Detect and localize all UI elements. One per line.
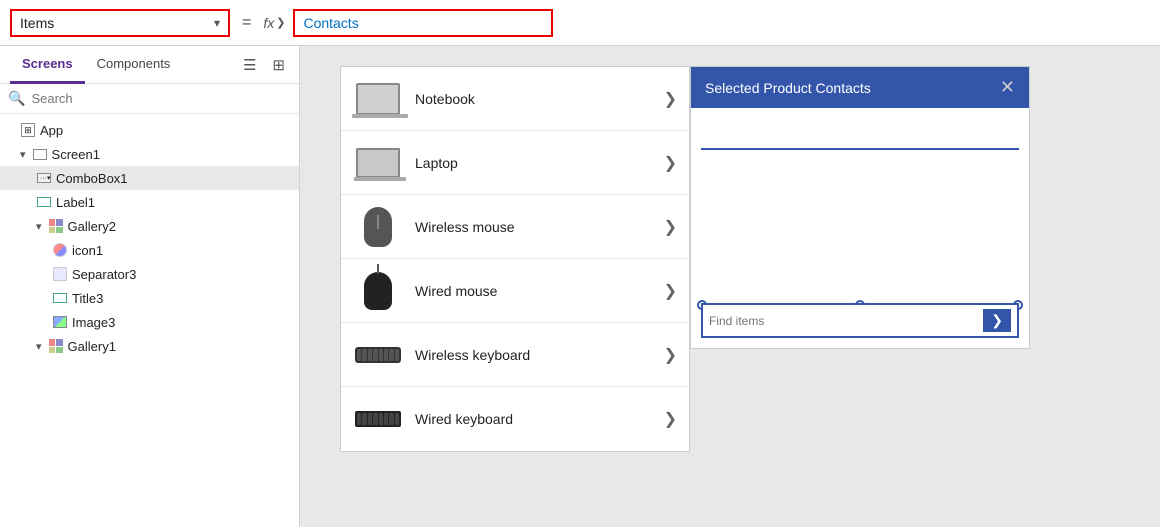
- canvas-area: Notebook ❯ Laptop ❯ Wireless mouse ❯: [300, 46, 1160, 527]
- sidebar-item-icon1[interactable]: icon1: [0, 238, 299, 262]
- find-items-button[interactable]: ❯: [983, 309, 1011, 332]
- wireless-kb-chevron-icon: ❯: [664, 345, 677, 365]
- sidebar-item-gallery1[interactable]: ▾ Gallery1: [0, 334, 299, 358]
- gallery-item-notebook[interactable]: Notebook ❯: [341, 67, 689, 131]
- canvas-inner: Notebook ❯ Laptop ❯ Wireless mouse ❯: [320, 66, 1040, 527]
- title3-icon: [52, 290, 68, 306]
- sidebar-tab-icons: ☰ ⊞: [239, 52, 289, 78]
- sidebar-item-title3[interactable]: Title3: [0, 286, 299, 310]
- laptop-chevron-icon: ❯: [664, 153, 677, 173]
- tab-components[interactable]: Components: [85, 46, 183, 84]
- label-icon: [36, 194, 52, 210]
- gallery2-expand-icon[interactable]: ▾: [36, 220, 42, 233]
- wired-kb-label: Wired keyboard: [415, 411, 652, 427]
- selected-panel-header: Selected Product Contacts ✕: [691, 67, 1029, 108]
- sidebar-item-app[interactable]: ⊞ App: [0, 118, 299, 142]
- wired-mouse-label: Wired mouse: [415, 283, 652, 299]
- wired-kb-chevron-icon: ❯: [664, 409, 677, 429]
- gallery-panel: Notebook ❯ Laptop ❯ Wireless mouse ❯: [340, 66, 690, 452]
- gallery2-icon: [48, 218, 64, 234]
- combobox-icon: ···▾: [36, 170, 52, 186]
- selected-panel-close-button[interactable]: ✕: [1000, 77, 1015, 98]
- sidebar-item-combobox1[interactable]: ···▾ ComboBox1: [0, 166, 299, 190]
- sidebar-tab-bar: Screens Components ☰ ⊞: [0, 46, 299, 84]
- wireless-kb-image: [353, 334, 403, 376]
- tab-screens[interactable]: Screens: [10, 46, 85, 84]
- icon1-icon: [52, 242, 68, 258]
- grid-view-icon[interactable]: ⊞: [268, 52, 289, 78]
- gallery1-icon: [48, 338, 64, 354]
- find-items-input[interactable]: [709, 314, 983, 328]
- selected-panel: Selected Product Contacts ✕: [690, 66, 1030, 349]
- laptop-image: [353, 142, 403, 184]
- gallery1-expand-icon[interactable]: ▾: [36, 340, 42, 353]
- wired-mouse-chevron-icon: ❯: [664, 281, 677, 301]
- screen-icon: [32, 146, 48, 162]
- search-bar: 🔍: [0, 84, 299, 114]
- wireless-mouse-image: [353, 206, 403, 248]
- fx-chevron-icon[interactable]: ❯: [276, 16, 285, 29]
- sidebar-item-gallery2[interactable]: ▾ Gallery2: [0, 214, 299, 238]
- selected-panel-divider: [701, 148, 1019, 150]
- find-items-box: ❯: [701, 303, 1019, 338]
- sidebar-item-label1[interactable]: Label1: [0, 190, 299, 214]
- image3-icon: [52, 314, 68, 330]
- wireless-mouse-chevron-icon: ❯: [664, 217, 677, 237]
- items-chevron-icon[interactable]: ▾: [214, 16, 220, 30]
- equals-sign: =: [242, 14, 251, 32]
- gallery-item-laptop[interactable]: Laptop ❯: [341, 131, 689, 195]
- notebook-label: Notebook: [415, 91, 652, 107]
- screen1-expand-icon[interactable]: ▾: [20, 148, 26, 161]
- formula-box[interactable]: Contacts: [293, 9, 553, 37]
- app-icon: ⊞: [20, 122, 36, 138]
- sidebar-item-image3[interactable]: Image3: [0, 310, 299, 334]
- gallery-item-wireless-keyboard[interactable]: Wireless keyboard ❯: [341, 323, 689, 387]
- wired-mouse-image: [353, 270, 403, 312]
- items-property-label: Items: [20, 15, 210, 31]
- sidebar-item-separator3[interactable]: Separator3: [0, 262, 299, 286]
- formula-text: Contacts: [303, 15, 358, 31]
- fx-area: fx ❯: [263, 15, 285, 31]
- gallery-item-wired-keyboard[interactable]: Wired keyboard ❯: [341, 387, 689, 451]
- gallery-item-wireless-mouse[interactable]: Wireless mouse ❯: [341, 195, 689, 259]
- wireless-kb-label: Wireless keyboard: [415, 347, 652, 363]
- sidebar: Screens Components ☰ ⊞ 🔍 ⊞ App ▾: [0, 46, 300, 527]
- wired-kb-image: [353, 398, 403, 440]
- notebook-image: [353, 78, 403, 120]
- notebook-chevron-icon: ❯: [664, 89, 677, 109]
- search-icon: 🔍: [8, 90, 25, 107]
- top-bar: Items ▾ = fx ❯ Contacts: [0, 0, 1160, 46]
- search-input[interactable]: [31, 91, 291, 106]
- separator3-icon: [52, 266, 68, 282]
- main-content: Screens Components ☰ ⊞ 🔍 ⊞ App ▾: [0, 46, 1160, 527]
- list-view-icon[interactable]: ☰: [239, 52, 260, 78]
- wireless-mouse-label: Wireless mouse: [415, 219, 652, 235]
- gallery-item-wired-mouse[interactable]: Wired mouse ❯: [341, 259, 689, 323]
- selected-panel-body: ❯: [691, 108, 1029, 348]
- laptop-label: Laptop: [415, 155, 652, 171]
- fx-label: fx: [263, 15, 274, 31]
- sidebar-item-screen1[interactable]: ▾ Screen1: [0, 142, 299, 166]
- selected-panel-title: Selected Product Contacts: [705, 80, 871, 96]
- sidebar-tree: ⊞ App ▾ Screen1 ···▾ ComboBox1: [0, 114, 299, 527]
- items-property-box[interactable]: Items ▾: [10, 9, 230, 37]
